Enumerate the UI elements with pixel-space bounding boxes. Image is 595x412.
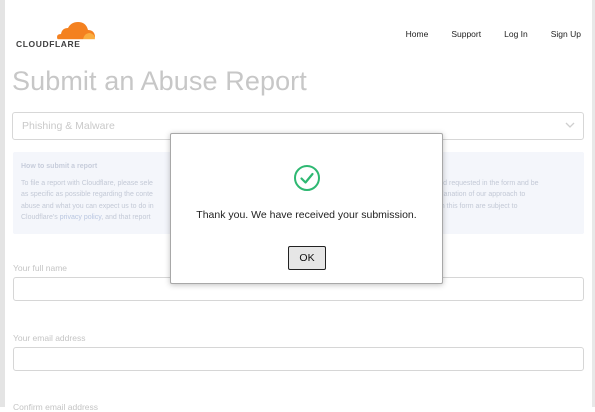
nav-login[interactable]: Log In [504, 29, 528, 39]
email-input[interactable] [13, 347, 584, 371]
instructions-text: To file a report with Cloudflare, please… [21, 179, 153, 187]
instructions-text: Cloudflare's [21, 214, 60, 221]
brand-name: CLOUDFLARE [16, 39, 81, 49]
check-circle-icon [294, 165, 320, 191]
confirm-email-label: Confirm email address [13, 402, 99, 412]
full-name-label: Your full name [13, 263, 68, 273]
dialog-message: Thank you. We have received your submiss… [196, 209, 417, 221]
instructions-text: abuse and what you can expect us to do i… [21, 202, 154, 210]
nav-home[interactable]: Home [406, 29, 429, 39]
page-title: Submit an Abuse Report [12, 66, 307, 96]
email-label: Your email address [13, 333, 86, 343]
instructions-text: as specific as possible regarding the co… [21, 191, 153, 198]
cloudflare-logo[interactable]: CLOUDFLARE [16, 20, 98, 50]
cloud-icon [56, 22, 96, 41]
report-type-value: Phishing & Malware [22, 120, 115, 132]
ok-button[interactable]: OK [288, 246, 326, 270]
privacy-policy-link[interactable]: privacy policy [60, 214, 102, 221]
nav-signup[interactable]: Sign Up [551, 29, 581, 39]
chevron-down-icon [565, 122, 575, 128]
nav-support[interactable]: Support [451, 29, 481, 39]
instructions-text: , and that report [101, 214, 151, 221]
top-nav: Home Support Log In Sign Up [406, 29, 581, 39]
window-left-edge [0, 0, 5, 407]
confirmation-dialog: Thank you. We have received your submiss… [170, 133, 443, 284]
